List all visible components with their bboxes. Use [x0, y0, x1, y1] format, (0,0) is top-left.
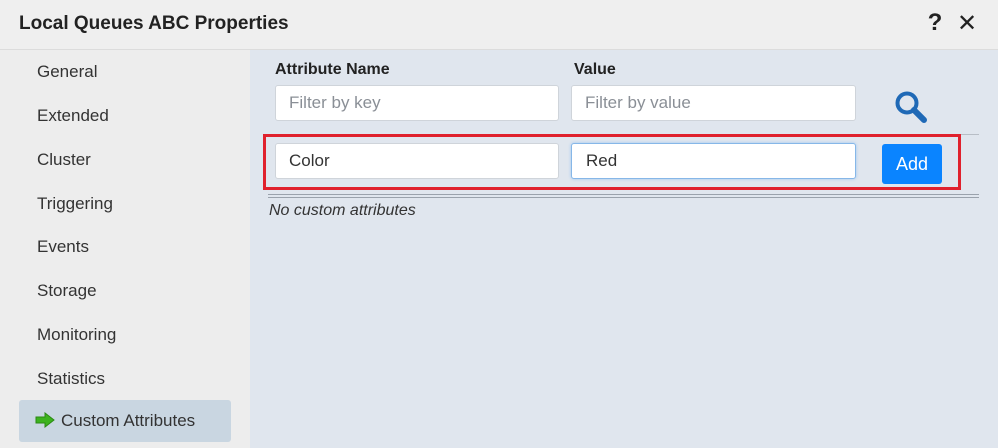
attribute-name-input[interactable] — [275, 143, 559, 179]
sidebar-item-label: Custom Attributes — [61, 411, 196, 430]
window-title: Local Queues ABC Properties — [19, 13, 289, 34]
sidebar-item-monitoring[interactable]: Monitoring — [19, 314, 231, 356]
sidebar-item-label: General — [37, 62, 98, 81]
attribute-value-input[interactable] — [571, 143, 856, 179]
sidebar-item-events[interactable]: Events — [19, 226, 231, 268]
sidebar-item-label: Monitoring — [37, 325, 117, 344]
sidebar-item-label: Statistics — [37, 369, 106, 388]
sidebar-item-label: Extended — [37, 106, 109, 125]
filter-key-input[interactable] — [275, 85, 559, 121]
filter-value-input[interactable] — [571, 85, 856, 121]
sidebar-item-label: Triggering — [37, 194, 113, 213]
empty-attributes-message: No custom attributes — [269, 202, 416, 219]
sidebar-item-label: Events — [37, 237, 89, 256]
sidebar-item-custom-attributes[interactable]: Custom Attributes — [19, 400, 231, 442]
add-button[interactable]: Add — [882, 144, 942, 184]
search-icon[interactable] — [894, 90, 928, 124]
main-panel: Attribute Name Value Add No custom attri… — [250, 50, 998, 448]
sidebar-item-triggering[interactable]: Triggering — [19, 183, 231, 225]
title-bar: Local Queues ABC Properties ? ✕ — [0, 0, 998, 50]
attribute-name-header: Attribute Name — [275, 61, 390, 78]
sidebar-item-extended[interactable]: Extended — [19, 95, 231, 137]
sidebar: General Extended Cluster Triggering Even… — [0, 50, 250, 448]
sidebar-item-general[interactable]: General — [19, 51, 231, 93]
value-header: Value — [574, 61, 616, 78]
divider — [268, 194, 979, 198]
sidebar-item-storage[interactable]: Storage — [19, 270, 231, 312]
sidebar-item-cluster[interactable]: Cluster — [19, 139, 231, 181]
sidebar-item-label: Cluster — [37, 150, 91, 169]
sidebar-item-label: Storage — [37, 281, 97, 300]
sidebar-item-statistics[interactable]: Statistics — [19, 358, 231, 400]
arrow-right-icon — [35, 412, 55, 429]
help-icon[interactable]: ? — [924, 9, 946, 37]
close-icon[interactable]: ✕ — [955, 9, 979, 37]
